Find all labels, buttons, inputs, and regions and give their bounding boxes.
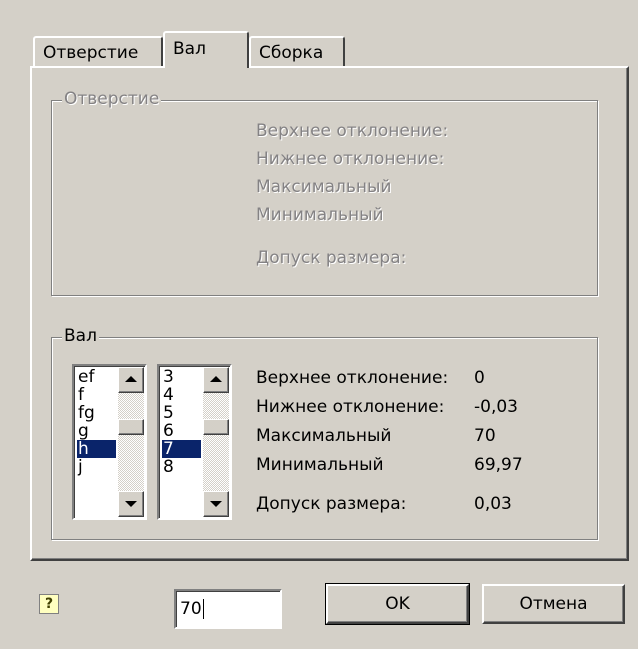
- cancel-button[interactable]: Отмена: [482, 584, 625, 624]
- arrow-up-icon: [125, 376, 137, 382]
- scroll-up-button[interactable]: [118, 367, 144, 393]
- list-item[interactable]: fg: [77, 404, 116, 422]
- shaft-max-label: Максимальный: [256, 426, 392, 446]
- scroll-thumb[interactable]: [203, 419, 229, 435]
- help-icon[interactable]: ?: [39, 594, 59, 614]
- hole-upper-deviation-label: Верхнее отклонение:: [256, 121, 449, 141]
- hole-tolerance-label: Допуск размера:: [256, 248, 407, 268]
- scroll-down-button[interactable]: [203, 491, 229, 517]
- shaft-tolerance-value: 0,03: [474, 494, 512, 514]
- tab-assembly[interactable]: Сборка: [249, 36, 345, 67]
- list-item[interactable]: 3: [162, 368, 201, 386]
- shaft-min-label: Минимальный: [256, 455, 384, 475]
- list-item-selected[interactable]: 7: [162, 440, 201, 458]
- hole-group-title: Отверстие: [62, 89, 162, 109]
- shaft-max-value: 70: [474, 426, 496, 446]
- list-item[interactable]: g: [77, 422, 116, 440]
- shaft-tolerance-label: Допуск размера:: [256, 494, 407, 514]
- tolerance-grade-list[interactable]: 3 4 5 6 7 8: [157, 364, 232, 520]
- scroll-thumb[interactable]: [118, 419, 144, 435]
- scroll-up-button[interactable]: [203, 367, 229, 393]
- tolerance-letter-list[interactable]: ef f fg g h j: [72, 364, 147, 520]
- text-caret: [202, 599, 204, 619]
- size-input[interactable]: 70: [174, 589, 282, 629]
- tab-shaft[interactable]: Вал: [163, 31, 249, 68]
- shaft-lower-deviation-value: -0,03: [474, 397, 518, 417]
- list-item[interactable]: j: [77, 458, 116, 476]
- list-item[interactable]: ef: [77, 368, 116, 386]
- hole-lower-deviation-label: Нижнее отклонение:: [256, 149, 445, 169]
- list-item-selected[interactable]: h: [77, 440, 116, 458]
- grade-list-scrollbar[interactable]: [203, 367, 229, 517]
- ok-button[interactable]: OK: [325, 583, 470, 625]
- arrow-down-icon: [210, 501, 222, 507]
- shaft-lower-deviation-label: Нижнее отклонение:: [256, 397, 445, 417]
- shaft-group-title: Вал: [62, 326, 99, 346]
- shaft-min-value: 69,97: [474, 455, 523, 475]
- size-input-value: 70: [180, 599, 202, 619]
- list-item[interactable]: 6: [162, 422, 201, 440]
- list-item[interactable]: 4: [162, 386, 201, 404]
- hole-min-label: Минимальный: [256, 205, 384, 225]
- list-item[interactable]: 8: [162, 458, 201, 476]
- arrow-down-icon: [125, 501, 137, 507]
- list-item[interactable]: 5: [162, 404, 201, 422]
- letter-list-scrollbar[interactable]: [118, 367, 144, 517]
- list-item[interactable]: f: [77, 386, 116, 404]
- shaft-upper-deviation-label: Верхнее отклонение:: [256, 368, 449, 388]
- scroll-down-button[interactable]: [118, 491, 144, 517]
- tab-hole[interactable]: Отверстие: [33, 36, 163, 67]
- arrow-up-icon: [210, 376, 222, 382]
- hole-max-label: Максимальный: [256, 177, 392, 197]
- shaft-upper-deviation-value: 0: [474, 368, 485, 388]
